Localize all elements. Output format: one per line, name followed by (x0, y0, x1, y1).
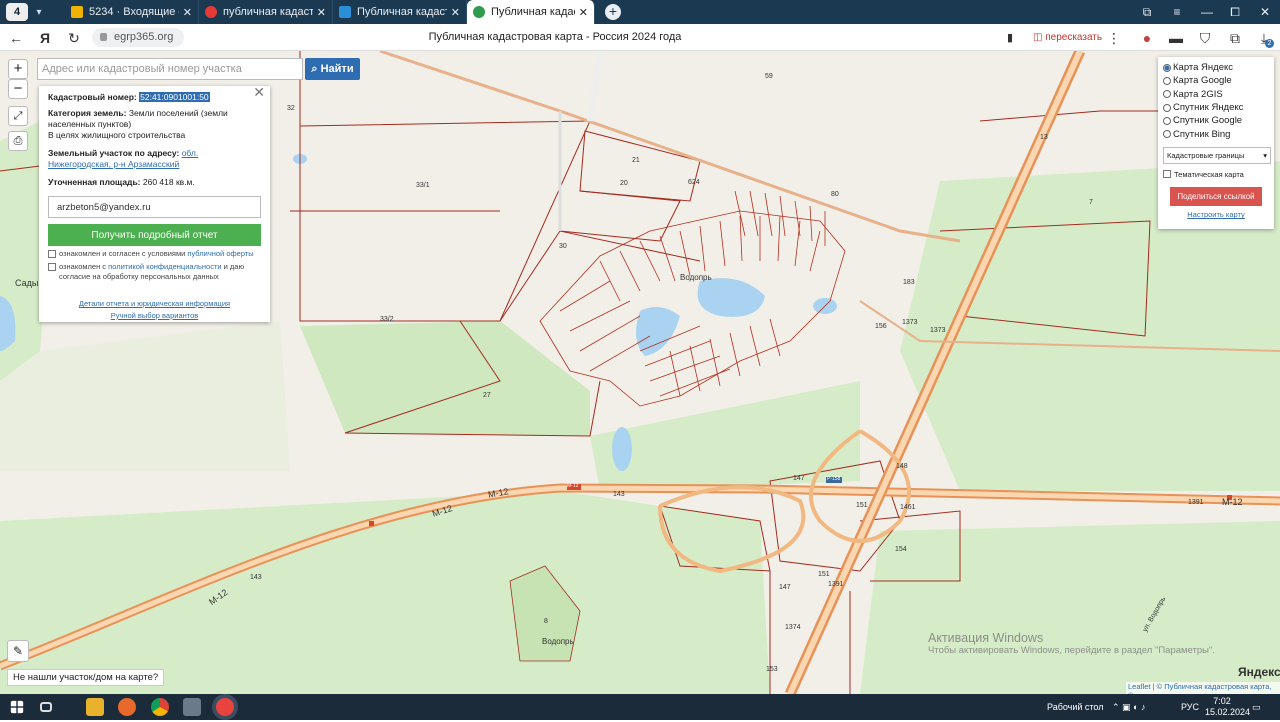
protect-icon[interactable]: ⛉ (1195, 28, 1215, 48)
share-link-button[interactable]: Поделиться ссылкой (1170, 187, 1262, 207)
offer-link[interactable]: публичной оферты (187, 249, 253, 258)
desktop-label[interactable]: Рабочий стол (1047, 694, 1104, 720)
cad-number[interactable]: 52:41:0901001:50 (139, 92, 210, 102)
new-tab-button[interactable]: + (605, 4, 621, 20)
layer-switcher: Карта Яндекс Карта Google Карта 2GIS Спу… (1158, 57, 1274, 229)
boundaries-select[interactable]: Кадастровые границы (1163, 146, 1271, 164)
reload-icon[interactable]: ↻ (64, 28, 84, 48)
ruler-icon[interactable]: ✎ (7, 640, 29, 662)
radio-icon[interactable] (1163, 130, 1171, 139)
find-button[interactable]: ⌕ Найти (305, 58, 360, 80)
start-icon[interactable] (10, 700, 24, 714)
configure-map-link[interactable]: Настроить карту (1187, 210, 1245, 219)
browser-tab-bar: 4 ▾ 5234 · Входящие — Яндекс✕ публичная … (0, 0, 1280, 24)
screenshot-icon[interactable]: ⧉ (1225, 28, 1245, 48)
email-field[interactable] (48, 196, 261, 218)
area-row: Уточненная площадь: 260 418 кв.м. (48, 177, 195, 187)
close-icon[interactable]: ✕ (183, 6, 192, 19)
tab-cadastre-1[interactable]: Публичная кадастровая к✕ (333, 0, 467, 24)
chrome-icon[interactable] (151, 698, 169, 716)
maximize-icon[interactable]: ⧠ (1220, 0, 1250, 24)
close-icon[interactable]: ✕ (451, 6, 460, 19)
zoom-out-button[interactable]: − (8, 79, 28, 99)
layer-option[interactable]: Карта Google (1163, 74, 1269, 87)
yandex-browser-icon[interactable] (216, 698, 234, 716)
layer-option[interactable]: Карта 2GIS (1163, 88, 1269, 101)
chevron-down-icon[interactable]: ▾ (31, 3, 47, 21)
privacy-checkbox-row: ознакомлен с политикой конфиденциальност… (48, 262, 261, 282)
yandex-logo: Яндекс (1238, 665, 1280, 679)
more-icon[interactable]: ⋮ (1104, 28, 1124, 48)
offer-checkbox-row: ознакомлен и согласен с условиями публич… (48, 249, 261, 259)
cad-number-row: Кадастровый номер: 52:41:0901001:50 (48, 92, 210, 102)
map-canvas[interactable]: 59 32 33/1 21 20 624 30 33/2 27 80 7 13 … (0, 51, 1280, 694)
details-link[interactable]: Детали отчета и юридическая информация (79, 299, 230, 308)
thematic-row[interactable]: Тематическая карта (1163, 168, 1269, 181)
back-icon[interactable]: ← (6, 28, 26, 48)
radio-icon[interactable] (1163, 90, 1171, 99)
explorer-icon[interactable] (86, 698, 104, 716)
mail-icon (71, 6, 83, 18)
close-icon[interactable]: ✕ (253, 85, 265, 99)
radio-icon[interactable] (1163, 116, 1171, 125)
privacy-link[interactable]: политикой конфиденциальности (108, 262, 221, 271)
url-field[interactable]: egrp365.org (92, 28, 184, 47)
extension-icon[interactable]: ● (1137, 28, 1157, 48)
page-title: Публичная кадастровая карта - Россия 202… (428, 31, 682, 43)
minimize-icon[interactable]: — (1192, 0, 1222, 24)
privacy-checkbox[interactable] (48, 263, 56, 271)
language-indicator[interactable]: РУС (1181, 694, 1199, 720)
collections-icon[interactable]: ⧉ (1132, 0, 1162, 24)
terminal-icon[interactable] (183, 698, 201, 716)
thematic-checkbox[interactable] (1163, 170, 1171, 179)
purpose-row: В целях жилищного строительства (48, 130, 186, 140)
windows-activation-watermark: Активация Windows Чтобы активировать Wind… (928, 631, 1215, 656)
address-row: Земельный участок по адресу: обл. Нижего… (48, 148, 199, 169)
wallet-icon[interactable]: ▬ (1166, 28, 1186, 48)
yandex-logo-icon[interactable]: Я (35, 28, 55, 48)
parcel-info-popup: ✕ Кадастровый номер: 52:41:0901001:50 Ка… (39, 85, 270, 322)
tray-icons[interactable]: ⌃ ▣ ◐ ♪ (1112, 694, 1145, 720)
get-report-button[interactable]: Получить подробный отчет (48, 224, 261, 246)
category-row: Категория земель: Земли поселений (земли… (48, 108, 228, 129)
layer-option[interactable]: Спутник Яндекс (1163, 101, 1269, 114)
windows-taskbar: Рабочий стол ⌃ ▣ ◐ ♪ РУС 7:02 15.02.2024 … (0, 694, 1280, 720)
check-icon (473, 6, 485, 18)
tab-search[interactable]: публичная кадастровая к✕ (199, 0, 333, 24)
firefox-icon[interactable] (118, 698, 136, 716)
radio-icon[interactable] (1163, 103, 1171, 112)
search-input[interactable] (37, 58, 303, 80)
bookmark-icon[interactable]: ▮ (1000, 28, 1020, 48)
radio-icon[interactable] (1163, 63, 1171, 72)
address-bar: ← Я ↻ egrp365.org Публичная кадастровая … (0, 24, 1280, 51)
shield-icon (339, 6, 351, 18)
clock[interactable]: 7:02 15.02.2024 (1205, 696, 1250, 722)
tab-cadastre-active[interactable]: Публичная кадастрова✕ (467, 0, 595, 24)
download-icon[interactable]: ⤓ 2 (1254, 28, 1274, 48)
close-icon[interactable]: ✕ (579, 6, 588, 19)
menu-icon[interactable]: ≡ (1162, 0, 1192, 24)
layer-option[interactable]: Карта Яндекс (1163, 61, 1269, 74)
zoom-in-button[interactable]: + (8, 59, 28, 79)
tab-counter[interactable]: 4 (6, 3, 28, 21)
notifications-icon[interactable]: ▭ (1252, 694, 1261, 720)
retell-button[interactable]: ◫ пересказать (1033, 29, 1102, 46)
close-icon[interactable]: ✕ (317, 6, 326, 19)
print-icon[interactable]: ⎙ (8, 131, 28, 151)
yandex-icon (205, 6, 217, 18)
retell-icon: ◫ (1033, 32, 1046, 43)
layer-option[interactable]: Спутник Bing (1163, 127, 1269, 140)
manual-choice-link[interactable]: Ручной выбор вариантов (111, 311, 199, 320)
map-attribution[interactable]: Leaflet | © Публичная кадастровая карта,… (1126, 682, 1280, 694)
offer-checkbox[interactable] (48, 250, 56, 258)
layer-option[interactable]: Спутник Google (1163, 114, 1269, 127)
fullscreen-icon[interactable]: ⤢ (8, 106, 28, 126)
window-close-icon[interactable]: ✕ (1250, 0, 1280, 24)
search-icon: ⌕ (311, 62, 321, 75)
task-view-icon[interactable] (40, 702, 52, 712)
not-found-button[interactable]: Не нашли участок/дом на карте? (7, 669, 165, 686)
radio-icon[interactable] (1163, 76, 1171, 85)
tab-mail[interactable]: 5234 · Входящие — Яндекс✕ (65, 0, 199, 24)
